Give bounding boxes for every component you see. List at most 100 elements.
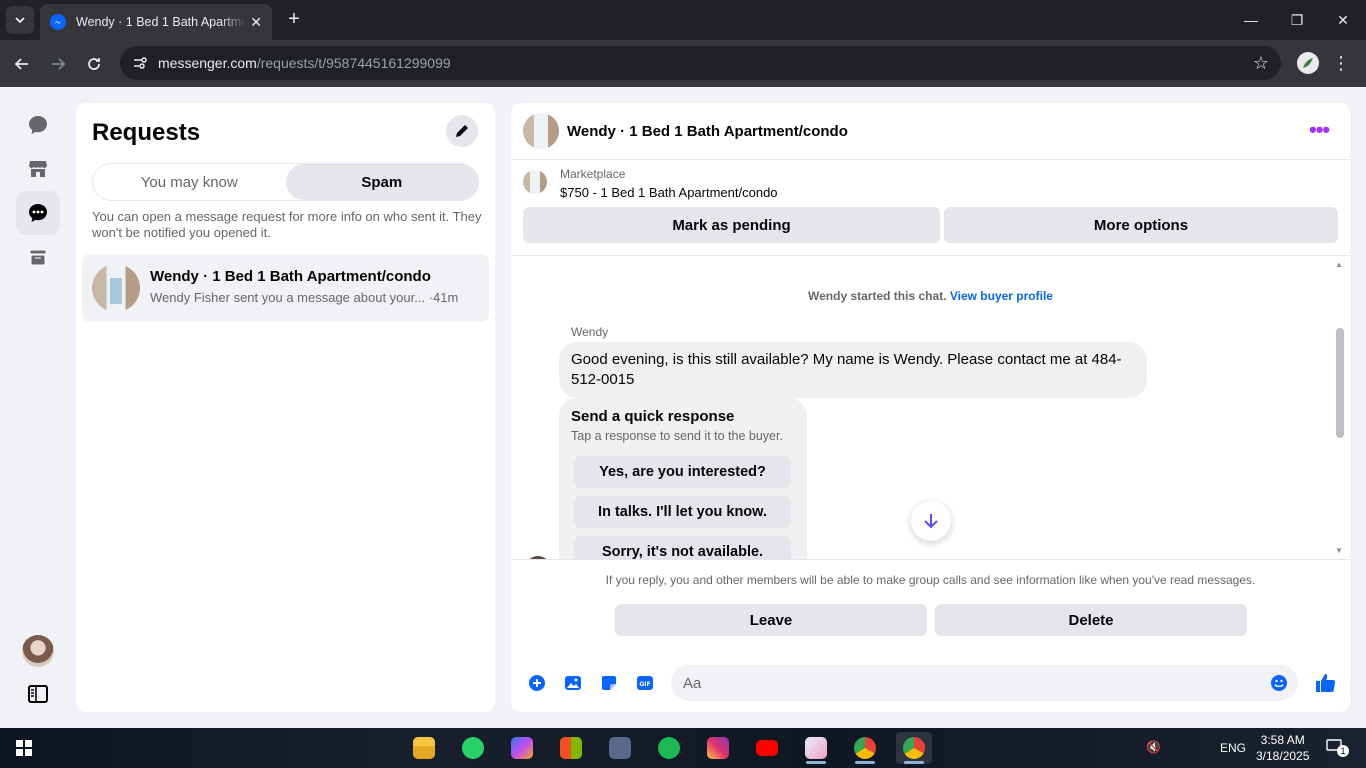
user-avatar[interactable] (22, 635, 54, 667)
tab-you-may-know[interactable]: You may know (93, 164, 286, 200)
message-sender-name: Wendy (571, 325, 609, 339)
file-explorer-icon[interactable] (406, 732, 442, 764)
gif-icon[interactable]: GIF (635, 673, 655, 693)
quick-response-option[interactable]: Sorry, it's not available. (574, 536, 791, 559)
arrow-down-icon (924, 514, 938, 529)
restore-button[interactable]: ❐ (1283, 6, 1311, 34)
minimize-button[interactable]: — (1237, 6, 1265, 34)
emoji-icon[interactable] (1269, 673, 1289, 693)
browser-profile-avatar[interactable] (1297, 52, 1319, 74)
scroll-up-arrow-icon[interactable]: ▲ (1335, 260, 1343, 269)
message-bubble: Good evening, is this still available? M… (559, 342, 1147, 398)
new-tab-button[interactable]: + (282, 8, 306, 32)
archive-nav-button[interactable] (16, 235, 60, 279)
forward-button[interactable] (44, 50, 72, 78)
url-path: /requests/t/9587445161299099 (256, 55, 451, 71)
conversation-title[interactable]: Wendy · 1 Bed 1 Bath Apartment/condo (567, 123, 848, 140)
photoshop-icon[interactable] (602, 732, 638, 764)
request-preview: Wendy Fisher sent you a message about yo… (150, 290, 459, 305)
thumbs-up-icon[interactable] (1313, 671, 1337, 695)
archive-box-icon (29, 249, 47, 266)
requests-info-note: You can open a message request for more … (92, 209, 482, 240)
input-language[interactable]: ENG (1220, 741, 1246, 755)
reload-button[interactable] (80, 50, 108, 78)
address-bar[interactable]: messenger.com/requests/t/958744516129909… (120, 46, 1281, 80)
message-thread: ▲ ▼ Wendy started this chat. View buyer … (511, 256, 1350, 559)
svg-text:GIF: GIF (639, 681, 650, 688)
scroll-to-bottom-button[interactable] (911, 501, 951, 541)
requests-tab-switcher: You may know Spam (92, 163, 479, 201)
browser-tab-bar: Wendy · 1 Bed 1 Bath Apartment/condo ✕ +… (0, 0, 1366, 40)
store-icon (29, 161, 47, 177)
chrome-profile-icon[interactable] (896, 732, 932, 764)
thread-scrollbar[interactable] (1336, 328, 1344, 438)
quick-response-option[interactable]: Yes, are you interested? (574, 456, 791, 488)
reload-icon (88, 58, 100, 70)
volume-muted-icon[interactable]: 🔇 (1146, 740, 1161, 754)
sticker-icon[interactable] (599, 673, 619, 693)
close-window-button[interactable]: ✕ (1329, 6, 1357, 34)
sidebar-toggle-icon (28, 685, 48, 703)
conversation-panel: Wendy · 1 Bed 1 Bath Apartment/condo •••… (511, 103, 1350, 712)
messenger-nav-rail (0, 87, 76, 727)
profile-leaf-icon (1303, 58, 1313, 68)
windows-start-icon[interactable] (16, 740, 32, 756)
paint-app-icon[interactable] (798, 732, 834, 764)
back-button[interactable] (8, 50, 36, 78)
chevron-down-icon (15, 17, 25, 24)
tab-search-button[interactable] (6, 6, 34, 34)
request-reply-notice: If you reply, you and other members will… (511, 559, 1350, 654)
notification-count-badge: 1 (1337, 745, 1349, 757)
listing-title[interactable]: $750 - 1 Bed 1 Bath Apartment/condo (560, 185, 778, 200)
close-tab-icon[interactable]: ✕ (250, 14, 262, 31)
quick-response-option[interactable]: In talks. I'll let you know. (574, 496, 791, 528)
mark-as-pending-button[interactable]: Mark as pending (523, 207, 940, 243)
delete-button[interactable]: Delete (935, 604, 1247, 636)
url-host: messenger.com (158, 55, 257, 71)
more-options-button[interactable]: More options (944, 207, 1338, 243)
site-settings-icon[interactable] (130, 53, 150, 73)
more-actions-plus-icon[interactable] (527, 673, 547, 693)
view-buyer-profile-link[interactable]: View buyer profile (950, 289, 1053, 303)
chrome-icon[interactable] (847, 732, 883, 764)
marketplace-label: Marketplace (560, 167, 626, 181)
scroll-down-arrow-icon[interactable]: ▼ (1335, 546, 1343, 555)
requests-title: Requests (92, 119, 201, 146)
microsoft-store-icon[interactable] (553, 732, 589, 764)
whatsapp-icon[interactable] (455, 732, 491, 764)
browser-toolbar: messenger.com/requests/t/958744516129909… (0, 40, 1366, 87)
reply-notice-text: If you reply, you and other members will… (605, 573, 1256, 587)
clock-date: 3/18/2025 (1256, 749, 1310, 763)
request-avatar (92, 264, 140, 312)
chat-started-text: Wendy started this chat. (808, 289, 947, 303)
clock-time: 3:58 AM (1260, 733, 1305, 747)
tab-spam[interactable]: Spam (285, 164, 478, 200)
quick-response-subtitle: Tap a response to send it to the buyer. (571, 429, 783, 443)
message-requests-icon (29, 204, 47, 222)
arrow-right-icon (52, 58, 66, 70)
bookmark-star-icon[interactable]: ☆ (1253, 53, 1269, 74)
browser-tab[interactable]: Wendy · 1 Bed 1 Bath Apartment/condo ✕ (40, 4, 272, 40)
system-clock[interactable]: 3:58 AM 3/18/2025 (1256, 732, 1309, 764)
conversation-options-icon[interactable]: ••• (1309, 119, 1330, 141)
conversation-avatar[interactable] (523, 113, 559, 149)
quick-response-card: Send a quick response Tap a response to … (559, 398, 807, 559)
message-input[interactable] (671, 665, 1298, 701)
request-list-item[interactable]: Wendy · 1 Bed 1 Bath Apartment/condo Wen… (82, 254, 489, 322)
instagram-icon[interactable] (700, 732, 736, 764)
marketplace-nav-button[interactable] (16, 147, 60, 191)
windows-taskbar: 🔇 ENG 3:58 AM 3/18/2025 1 (0, 728, 1366, 768)
chat-started-notice: Wendy started this chat. View buyer prof… (511, 289, 1350, 303)
attach-image-icon[interactable] (563, 673, 583, 693)
chats-nav-button[interactable] (16, 103, 60, 147)
browser-menu-button[interactable]: ⋮ (1332, 52, 1350, 74)
new-message-button[interactable] (446, 115, 478, 147)
toggle-sidebar-button[interactable] (16, 672, 60, 716)
leave-button[interactable]: Leave (615, 604, 927, 636)
chat-bubble-icon (29, 116, 47, 134)
listing-thumbnail[interactable] (523, 170, 547, 194)
youtube-icon[interactable] (749, 732, 785, 764)
spotify-icon[interactable] (651, 732, 687, 764)
copilot-icon[interactable] (504, 732, 540, 764)
requests-nav-button[interactable] (16, 191, 60, 235)
